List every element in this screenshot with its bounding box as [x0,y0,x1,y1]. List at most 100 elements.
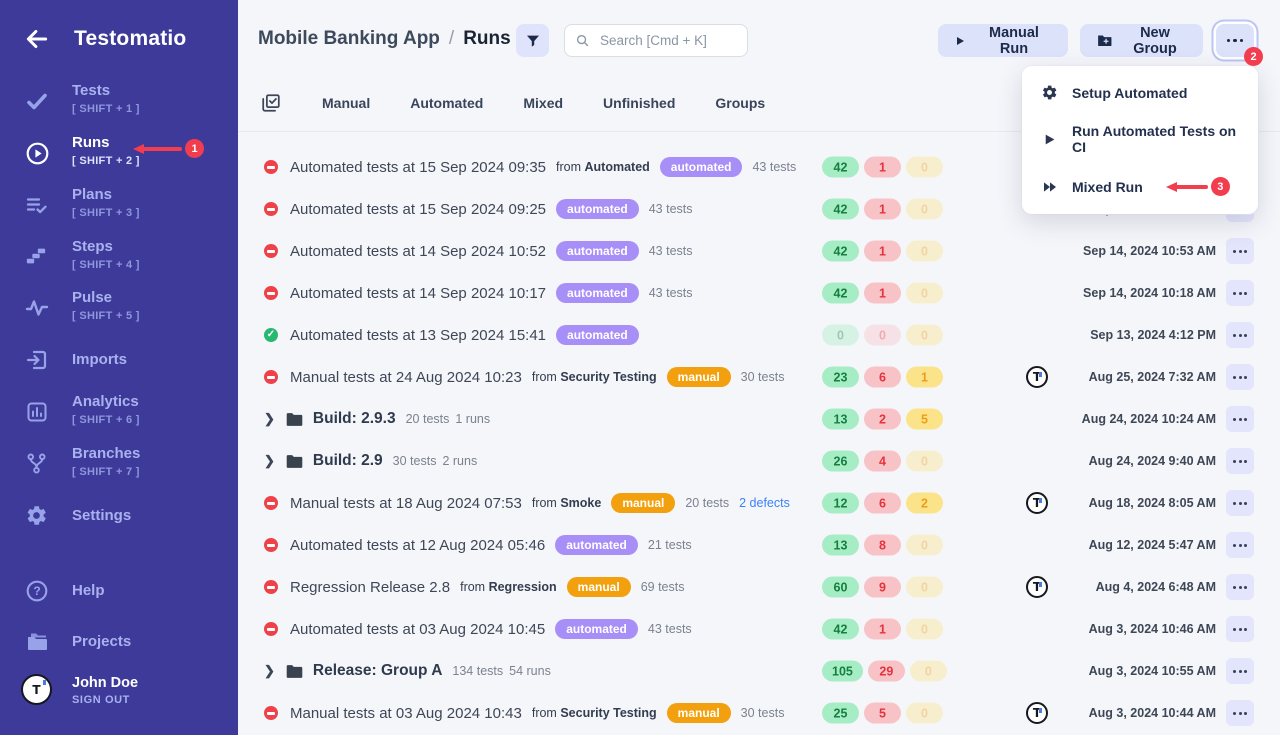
run-title[interactable]: Build: 2.9.3 [313,410,396,428]
sidebar-item-pulse[interactable]: Pulse [ SHIFT + 5 ] [0,285,238,331]
row-more-button[interactable] [1226,616,1254,642]
search-input[interactable] [598,32,737,49]
row-more-button[interactable] [1226,700,1254,726]
run-title[interactable]: Regression Release 2.8 [290,579,450,596]
filter-button[interactable] [516,24,549,57]
sidebar-item-projects[interactable]: Projects [0,619,238,665]
sidebar-item-branches[interactable]: Branches [ SHIFT + 7 ] [0,441,238,487]
run-date: Sep 14, 2024 10:18 AM [996,286,1216,300]
run-row[interactable]: ❯ Release: Group A 134 tests 54 runs 105… [238,650,1280,692]
new-group-button[interactable]: New Group [1080,24,1203,57]
status-icon [264,202,278,216]
row-more-button[interactable] [1226,574,1254,600]
run-title[interactable]: Automated tests at 13 Sep 2024 15:41 [290,327,546,344]
row-more-button[interactable] [1226,532,1254,558]
row-more-button[interactable] [1226,322,1254,348]
run-row[interactable]: Automated tests at 03 Aug 2024 10:45 aut… [238,608,1280,650]
sidebar-item-analytics[interactable]: Analytics [ SHIFT + 6 ] [0,389,238,435]
chevron-right-icon[interactable]: ❯ [264,453,275,469]
run-row[interactable]: ❯ Build: 2.9.3 20 tests 1 runs 1325 Aug … [238,398,1280,440]
sidebar-item-label: Pulse [72,288,140,308]
sidebar-item-runs[interactable]: Runs [ SHIFT + 2 ] 1 [0,130,238,176]
run-row[interactable]: Manual tests at 18 Aug 2024 07:53 from S… [238,482,1280,524]
run-type-badge: automated [555,535,638,555]
count-pill-pass: 105 [822,661,863,682]
run-date: Aug 3, 2024 10:44 AM [996,706,1216,720]
menu-item-run-automated-ci[interactable]: Run Automated Tests on CI [1022,112,1258,166]
run-title[interactable]: Automated tests at 14 Sep 2024 10:52 [290,243,546,260]
run-row[interactable]: Regression Release 2.8 from Regression m… [238,566,1280,608]
sidebar-item-settings[interactable]: Settings [0,493,238,539]
run-title[interactable]: Automated tests at 12 Aug 2024 05:46 [290,537,545,554]
result-counts: 1325 [822,409,943,430]
count-pill-fail: 4 [864,451,901,472]
row-more-button[interactable] [1226,658,1254,684]
row-more-button[interactable] [1226,280,1254,306]
tests-count: 30 tests [393,454,437,468]
sidebar-item-label: Imports [72,350,127,370]
sidebar-item-steps[interactable]: Steps [ SHIFT + 4 ] [0,234,238,280]
menu-item-mixed-run[interactable]: Mixed Run 3 [1022,166,1258,207]
run-row[interactable]: Manual tests at 03 Aug 2024 10:43 from S… [238,692,1280,734]
run-title[interactable]: Manual tests at 24 Aug 2024 10:23 [290,369,522,386]
row-more-button[interactable] [1226,448,1254,474]
chevron-right-icon[interactable]: ❯ [264,411,275,427]
sidebar-item-plans[interactable]: Plans [ SHIFT + 3 ] [0,182,238,228]
tests-count: 134 tests [452,664,503,678]
breadcrumb-project[interactable]: Mobile Banking App [258,28,440,50]
tab-manual[interactable]: Manual [322,95,370,111]
sidebar-item-imports[interactable]: Imports [0,337,238,383]
sidebar-item-shortcut: [ SHIFT + 2 ] [72,153,140,170]
sidebar-item-tests[interactable]: Tests [ SHIFT + 1 ] [0,78,238,124]
tab-unfinished[interactable]: Unfinished [603,95,675,111]
header-more-button[interactable]: 2 [1216,24,1254,57]
count-pill-skip: 0 [910,661,947,682]
annotation-arrow-1: 1 [133,139,204,158]
run-type-badge: automated [555,619,638,639]
run-title[interactable]: Automated tests at 03 Aug 2024 10:45 [290,621,545,638]
ellipsis-icon [1227,39,1244,43]
manual-run-button[interactable]: Manual Run [938,24,1068,57]
run-title[interactable]: Manual tests at 03 Aug 2024 10:43 [290,705,522,722]
defects-link[interactable]: 2 defects [739,496,790,510]
run-row[interactable]: Automated tests at 14 Sep 2024 10:17 aut… [238,272,1280,314]
sign-out-button[interactable]: SIGN OUT [72,694,130,706]
run-title[interactable]: Automated tests at 14 Sep 2024 10:17 [290,285,546,302]
run-type-badge: manual [567,577,631,597]
tab-mixed[interactable]: Mixed [523,95,563,111]
row-more-button[interactable] [1226,364,1254,390]
more-actions-dropdown: Setup Automated Run Automated Tests on C… [1022,66,1258,214]
sidebar-item-help[interactable]: ? Help [0,568,238,614]
result-counts: 4210 [822,157,943,178]
run-title[interactable]: Manual tests at 18 Aug 2024 07:53 [290,495,522,512]
run-date: Aug 24, 2024 10:24 AM [996,412,1216,426]
run-row[interactable]: Automated tests at 14 Sep 2024 10:52 aut… [238,230,1280,272]
breadcrumb-page: Runs [463,28,511,50]
run-row[interactable]: ❯ Build: 2.9 30 tests 2 runs 2640 Aug 24… [238,440,1280,482]
tab-automated[interactable]: Automated [410,95,483,111]
result-counts: 4210 [822,241,943,262]
tests-count: 43 tests [649,286,693,300]
run-title[interactable]: Build: 2.9 [313,452,383,470]
row-more-button[interactable] [1226,406,1254,432]
run-row[interactable]: Manual tests at 24 Aug 2024 10:23 from S… [238,356,1280,398]
row-more-button[interactable] [1226,490,1254,516]
menu-item-setup-automated[interactable]: Setup Automated [1022,73,1258,112]
fast-forward-icon [1041,179,1058,195]
run-title[interactable]: Automated tests at 15 Sep 2024 09:25 [290,201,546,218]
run-row[interactable]: Automated tests at 12 Aug 2024 05:46 aut… [238,524,1280,566]
chevron-right-icon[interactable]: ❯ [264,663,275,679]
run-title[interactable]: Automated tests at 15 Sep 2024 09:35 [290,159,546,176]
branch-icon [25,452,49,476]
row-more-button[interactable] [1226,238,1254,264]
sidebar-item-shortcut: [ SHIFT + 1 ] [72,101,140,118]
run-source: from Regression [460,580,557,594]
run-title[interactable]: Release: Group A [313,662,443,680]
tab-groups[interactable]: Groups [715,95,765,111]
count-pill-pass: 42 [822,283,859,304]
run-row[interactable]: Automated tests at 13 Sep 2024 15:41 aut… [238,314,1280,356]
back-arrow-icon[interactable] [24,26,50,52]
count-pill-skip: 5 [906,409,943,430]
select-all-icon[interactable] [260,92,282,114]
play-icon [1041,133,1058,146]
